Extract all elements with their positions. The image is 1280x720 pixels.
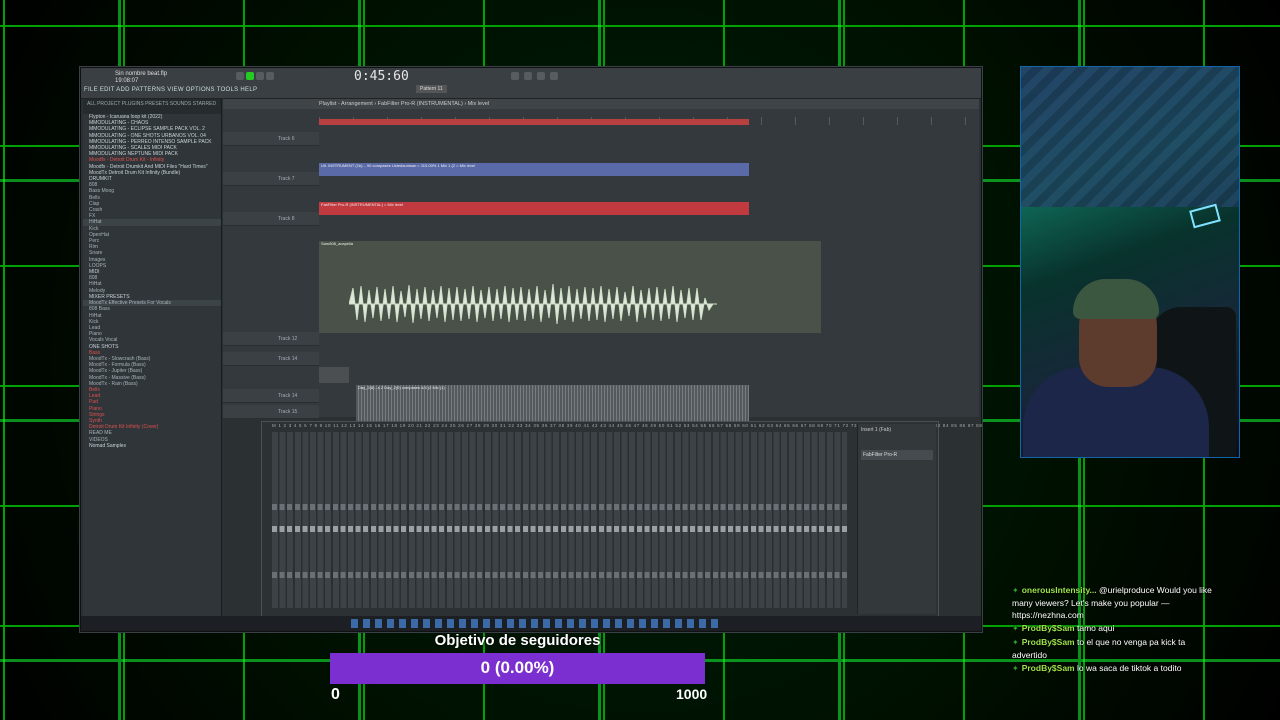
daw-toolbar: Sin nombre beat.flp 19:08:07 FILE EDIT A… [81, 68, 981, 99]
project-name: Sin nombre beat.flp [115, 71, 168, 77]
chat-overlay: ✦ onerousIntensity... @urielproduce Would… [1012, 584, 1220, 676]
mixer-slot-1[interactable]: FabFilter Pro-R [861, 450, 933, 460]
daw-window: Sin nombre beat.flp 19:08:07 FILE EDIT A… [80, 67, 982, 632]
pattern-selector[interactable]: Pattern 11 [416, 85, 447, 93]
follower-goal-min: 0 [331, 686, 340, 703]
clip-fabfilter[interactable]: FabFilter Pro-R (INSTRUMENTAL) = Mix lev… [319, 202, 749, 215]
browser-item[interactable]: Moodfx - Detroit Drumkit And MIDI Files … [83, 164, 221, 170]
project-time: 19:08:07 [115, 78, 139, 84]
menu-bar[interactable]: FILE EDIT ADD PATTERNS VIEW OPTIONS TOOL… [84, 87, 257, 93]
record-button[interactable] [246, 72, 254, 80]
follower-goal-title: Objetivo de seguidores [434, 632, 601, 649]
pattern-song-toggle[interactable] [266, 72, 274, 80]
mixer-faders[interactable] [272, 526, 847, 532]
chat-message: ✦ ProdBy$Sam to el que no venga pa kick t… [1012, 636, 1220, 661]
windows-taskbar [81, 616, 981, 631]
play-button[interactable] [236, 72, 244, 80]
audio-waveform [349, 283, 717, 325]
chat-badge-icon: ✦ [1012, 624, 1019, 633]
track-header[interactable]: Track 15 [223, 405, 319, 419]
countdown-icon[interactable] [537, 72, 545, 80]
taskbar-apps[interactable] [351, 619, 721, 628]
chat-username: ProdBy$Sam [1021, 637, 1075, 647]
browser-item[interactable]: MMODULATING - ONE SHOTS URBANOS VOL. 04 [83, 133, 221, 139]
webcam-overlay [1020, 66, 1240, 458]
follower-goal-max: 1000 [676, 686, 708, 702]
chat-message: ✦ ProdBy$Sam lo wa saca de tiktok a todit… [1012, 662, 1220, 675]
chat-username: onerousIntensity... [1021, 585, 1097, 595]
chat-message: ✦ onerousIntensity... @urielproduce Would… [1012, 584, 1220, 621]
track-header[interactable]: Track 14 [223, 389, 319, 403]
browser-tabs[interactable]: ALL PROJECT PLUGINS PRESETS SOUNDS STARR… [83, 99, 221, 114]
track-header[interactable]: Track 8 [223, 212, 319, 226]
mixer-routing[interactable] [272, 572, 847, 578]
chat-message: ✦ ProdBy$Sam tamo aqui [1012, 622, 1220, 635]
track-header[interactable]: Track 6 [223, 132, 319, 146]
chat-username: ProdBy$Sam [1021, 623, 1075, 633]
loop-region[interactable] [319, 119, 749, 125]
chat-text: lo wa saca de tiktok a todito [1077, 663, 1182, 673]
chat-username: ProdBy$Sam [1021, 663, 1075, 673]
track-header[interactable]: Track 7 [223, 172, 319, 186]
chat-badge-icon: ✦ [1012, 638, 1019, 647]
clip-small[interactable] [319, 367, 349, 383]
mixer-pan-knobs[interactable] [272, 504, 847, 510]
track-header[interactable]: Track 14 [223, 352, 319, 366]
mixer-strips[interactable] [272, 432, 847, 608]
person-cap [1073, 279, 1159, 319]
metronome-icon[interactable] [511, 72, 519, 80]
blend-icon[interactable] [550, 72, 558, 80]
clip-instrument[interactable]: Ult. INSTRUMENT (1b)... 90 compases Uste… [319, 163, 749, 176]
time-display: 0:45:60 [354, 69, 409, 84]
acoustic-foam [1021, 67, 1239, 207]
follower-goal-value: 0 (0.00%) [480, 658, 555, 677]
wait-icon[interactable] [524, 72, 532, 80]
browser-list: Flypton - Icaruana loop kit (2022) MMODUL… [83, 114, 221, 449]
ceiling-lamp [1189, 203, 1221, 229]
clip-day-loops[interactable]: Day_2(8)...s 2 Day_2(9) compases 4/4 (2 … [356, 385, 749, 421]
browser-panel: ALL PROJECT PLUGINS PRESETS SOUNDS STARR… [83, 99, 222, 631]
project-info: Sin nombre beat.flp 19:08:07 [115, 71, 167, 85]
stop-button[interactable] [256, 72, 264, 80]
mixer-insert-title: Insert 1 (Fab) [861, 427, 892, 433]
browser-item[interactable]: MMODULATING - ECLIPSE SAMPLE PACK VOL. 2 [83, 126, 221, 132]
playlist-panel: Playlist - Arrangement › FabFilter Pro-R… [223, 99, 979, 446]
mixer-panel: M 1 2 3 4 5 6 7 8 9 10 11 12 13 14 15 16… [261, 421, 982, 619]
browser-item[interactable]: Nomad Samples [83, 443, 221, 449]
playlist-title: Playlist - Arrangement › FabFilter Pro-R… [223, 99, 979, 109]
chat-badge-icon: ✦ [1012, 664, 1019, 673]
track-header[interactable]: Track 12 [223, 332, 319, 346]
mixer-inserts: Insert 1 (Fab) FabFilter Pro-R [857, 424, 936, 614]
chat-text: tamo aqui [1077, 623, 1115, 633]
chat-badge-icon: ✦ [1012, 586, 1019, 595]
